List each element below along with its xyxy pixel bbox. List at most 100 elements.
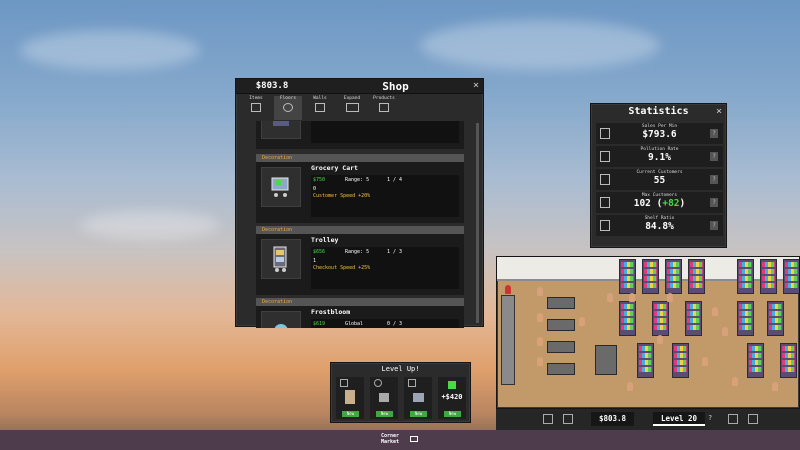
shop-item-partial[interactable] (256, 121, 464, 149)
item-bonus: Checkout Speed +25% (313, 265, 371, 271)
shop-item-grocery-cart[interactable]: Grocery Cart $750 Range: 5 1 / 4 0 Custo… (256, 162, 464, 223)
tab-floors[interactable]: Floors (274, 96, 302, 120)
stats-icon[interactable] (728, 414, 738, 424)
stat-shelf-ratio: Shelf Ratio 84.8% ? (596, 215, 723, 236)
customer (629, 293, 635, 302)
customer (667, 293, 673, 302)
shop-close-button[interactable]: × (473, 80, 479, 91)
shelf (685, 301, 702, 336)
item-thumbnail (261, 167, 301, 207)
products-icon (379, 103, 389, 112)
item-bonus: Customer Speed +20% (313, 193, 371, 199)
shelf (619, 301, 636, 336)
money-reward: +$420 (441, 393, 463, 401)
shop-tabs: Items Floors Walls Expand Products (242, 96, 398, 120)
level-up-title: Level Up! (381, 365, 420, 373)
item-category: Decoration (256, 298, 464, 306)
customer (537, 337, 543, 346)
help-button[interactable]: ? (710, 198, 718, 207)
statistics-window: Statistics × Sales Per Min $793.6 ? Poll… (590, 103, 727, 248)
new-badge: New (342, 411, 359, 417)
unlock-slot-basket[interactable]: New (404, 377, 432, 419)
shelf (637, 343, 654, 378)
item-info: $619 Global 0 / 3 (311, 319, 459, 328)
new-badge: New (376, 411, 393, 417)
unlock-slot-money[interactable]: +$420 New (438, 377, 466, 419)
tab-label: Expand (343, 96, 361, 101)
stat-value: 102 (+82) (596, 198, 723, 209)
shop-window: $803.8 Shop × Items Floors Walls Expand … (235, 78, 484, 328)
store-viewport[interactable] (496, 256, 800, 409)
unlock-slot-fridge[interactable]: New (336, 377, 364, 419)
shelf (652, 301, 669, 336)
statistics-close-button[interactable]: × (716, 106, 722, 117)
tab-walls[interactable]: Walls (306, 96, 334, 120)
item-info (311, 121, 459, 143)
shop-money: $803.8 (255, 81, 289, 91)
money-icon (448, 381, 456, 389)
new-badge: New (410, 411, 427, 417)
item-thumbnail (261, 121, 301, 139)
shelf (760, 259, 777, 294)
stat-sales-per-min: Sales Per Min $793.6 ? (596, 123, 723, 144)
customer (657, 335, 663, 344)
cloud (80, 210, 220, 240)
category-icon (408, 379, 416, 387)
wall-icon (315, 103, 325, 112)
stat-value: 55 (653, 175, 666, 186)
checkout-counter (547, 363, 575, 375)
stat-max-customers: Max Customers 102 (+82) ? (596, 192, 723, 213)
tab-products[interactable]: Products (370, 96, 398, 120)
help-button[interactable]: ? (710, 175, 718, 184)
item-info: $750 Range: 5 1 / 4 0 Customer Speed +20… (311, 175, 459, 217)
item-range: Range: 5 (345, 177, 370, 183)
item-category: Decoration (256, 154, 464, 162)
shop-icon[interactable] (543, 414, 553, 424)
cloud (420, 20, 660, 70)
checkout-counter (595, 345, 617, 375)
bench-icon (273, 121, 289, 126)
expand-icon (345, 103, 359, 112)
register-icon (251, 103, 261, 112)
help-button[interactable]: ? (710, 152, 718, 161)
taskbar: Corner Market (0, 430, 800, 450)
level-display[interactable]: Level 20 (653, 412, 705, 426)
item-range: Global (345, 321, 364, 327)
item-price: $619 (313, 321, 326, 327)
help-button[interactable]: ? (710, 221, 718, 230)
shelf (737, 301, 754, 336)
customer (537, 313, 543, 322)
level-up-window: Level Up! New New New +$420 New (330, 362, 471, 423)
shop-item-list[interactable]: Decoration Grocery Cart $750 Range: 5 1 … (256, 121, 464, 328)
item-price: $750 (313, 177, 326, 183)
settings-icon[interactable] (748, 414, 758, 424)
shelf (665, 259, 682, 294)
customer (712, 307, 718, 316)
help-button[interactable]: ? (710, 129, 718, 138)
tab-items[interactable]: Items (242, 96, 270, 120)
cart-icon (410, 436, 418, 442)
floor-tile-icon (379, 393, 389, 402)
category-icon (340, 379, 348, 387)
shop-scrollbar[interactable] (476, 123, 479, 323)
category-icon (374, 379, 382, 387)
item-price: $656 (313, 249, 326, 255)
new-badge: New (444, 411, 461, 417)
shop-item-trolley[interactable]: Trolley $656 Range: 5 1 / 3 1 Checkout S… (256, 234, 464, 295)
game-logo: Corner Market (381, 433, 399, 445)
unlock-slot-floor[interactable]: New (370, 377, 398, 419)
storage-icon[interactable] (563, 414, 573, 424)
shelf (688, 259, 705, 294)
shelf (780, 343, 797, 378)
shelf (767, 301, 784, 336)
item-name: Frostbloom (311, 308, 351, 316)
level-help-button[interactable]: ? (708, 414, 712, 422)
floor-icon (283, 103, 293, 112)
fridge-icon (345, 390, 355, 404)
shop-item-frostbloom[interactable]: Frostbloom $619 Global 0 / 3 (256, 306, 464, 328)
item-owned: 0 (313, 186, 317, 192)
tab-expand[interactable]: Expand (338, 96, 366, 120)
item-info: $656 Range: 5 1 / 3 1 Checkout Speed +25… (311, 247, 459, 289)
item-category: Decoration (256, 226, 464, 234)
stat-pollution-rate: Pollution Rate 9.1% ? (596, 146, 723, 167)
